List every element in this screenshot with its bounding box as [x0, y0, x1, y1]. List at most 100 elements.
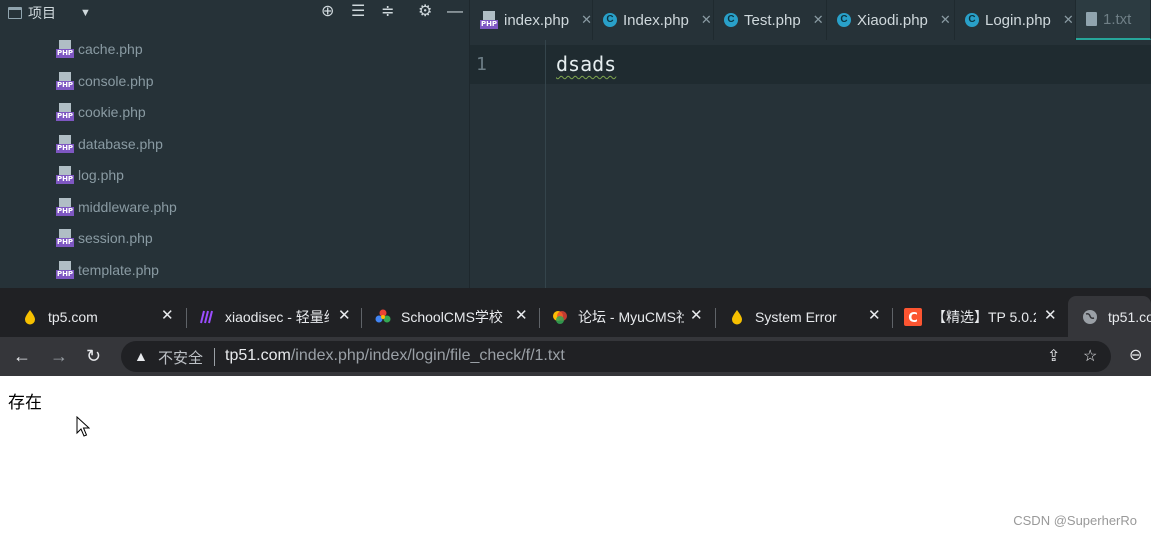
file-name: database.php [78, 136, 163, 152]
tab-separator [186, 308, 187, 328]
browser-tab-tp51-active[interactable]: tp51.com [1068, 296, 1151, 337]
file-name: log.php [78, 167, 124, 183]
close-icon[interactable]: ✕ [338, 306, 351, 324]
tab-title: SchoolCMS学校 [401, 308, 503, 325]
close-icon[interactable]: ✕ [515, 306, 528, 324]
project-view-selector[interactable]: 项目 ▼ [8, 3, 91, 23]
php-file-icon: PHP [56, 229, 74, 247]
yellow-drop-icon [729, 309, 745, 325]
page-content: 存在 CSDN @SuperherRo [0, 376, 1151, 538]
tab-label: index.php [504, 11, 570, 29]
tab-label: Xiaodi.php [857, 11, 928, 29]
class-c-icon: C [965, 13, 979, 27]
tree-item-file[interactable]: PHP database.php [56, 133, 163, 155]
tree-item-file[interactable]: PHP cache.php [56, 38, 143, 60]
reload-icon[interactable]: ↻ [86, 345, 101, 367]
tab-separator [361, 308, 362, 328]
editor-tab-login[interactable]: C Login.php ✕ [955, 0, 1076, 40]
editor-tab-index-class[interactable]: C Index.php ✕ [593, 0, 714, 40]
locate-file-icon[interactable]: ⊕ [321, 3, 334, 21]
code-editor[interactable]: 1 dsads [470, 40, 1151, 288]
back-arrow-icon[interactable]: ← [13, 345, 31, 367]
tree-item-file[interactable]: PHP cookie.php [56, 101, 146, 123]
php-file-icon: PHP [56, 103, 74, 121]
close-icon[interactable]: ✕ [690, 306, 703, 324]
class-c-icon: C [724, 13, 738, 27]
tree-item-file[interactable]: PHP console.php [56, 70, 154, 92]
url-path: /index.php/index/login/file_check/f/1.tx… [290, 347, 565, 364]
close-icon[interactable]: ✕ [161, 306, 174, 324]
ide-window: 项目 ▼ ⊕ ☰ ≑ ⚙ — PHP cache.php PHP console… [0, 0, 1151, 288]
page-result-text: 存在 [8, 393, 42, 413]
close-icon[interactable]: ✕ [1063, 12, 1074, 28]
csdn-c-icon: C [904, 307, 922, 326]
browser-tab-xiaodisec[interactable]: xiaodisec - 轻量组 ✕ [199, 296, 352, 337]
share-icon[interactable]: ⇪ [1047, 346, 1060, 366]
php-file-icon: PHP [56, 166, 74, 184]
editor-tab-xiaodi[interactable]: C Xiaodi.php ✕ [827, 0, 955, 40]
editor-tab-test[interactable]: C Test.php ✕ [714, 0, 827, 40]
tree-item-file[interactable]: PHP template.php [56, 259, 159, 281]
file-name: console.php [78, 73, 154, 89]
warning-triangle-icon[interactable]: ▲ [134, 348, 148, 364]
code-line[interactable]: dsads [556, 52, 616, 76]
close-icon[interactable]: ✕ [813, 12, 824, 28]
chevron-down-icon[interactable]: ▼ [80, 7, 91, 19]
url-host: tp51.com [225, 347, 291, 364]
browser-tab-system-error[interactable]: System Error ✕ [729, 296, 884, 337]
project-window-icon [8, 7, 22, 19]
tab-label: Index.php [623, 11, 689, 29]
forward-arrow-icon[interactable]: → [50, 345, 68, 367]
browser-tab-strip: tp5.com ✕ xiaodisec - 轻量组 ✕ SchoolCMS学校 … [0, 288, 1151, 337]
tree-item-file[interactable]: PHP log.php [56, 164, 124, 186]
close-icon[interactable]: ✕ [581, 12, 592, 28]
file-name: middleware.php [78, 199, 177, 215]
php-file-icon: PHP [56, 40, 74, 58]
yellow-drop-icon [22, 309, 38, 325]
php-file-icon: PHP [56, 135, 74, 153]
project-panel-header: 项目 ▼ ⊕ ☰ ≑ ⚙ — [0, 0, 470, 26]
colorful-leaf-icon [552, 309, 568, 325]
tab-label: 1.txt [1103, 10, 1132, 28]
file-name: session.php [78, 230, 153, 246]
tab-title: 论坛 - MyuCMS社 [578, 308, 684, 325]
close-icon[interactable]: ✕ [701, 12, 712, 28]
address-bar[interactable]: ▲ 不安全 tp51.com/index.php/index/login/fil… [121, 341, 1111, 372]
collapse-all-icon[interactable]: ≑ [381, 3, 394, 21]
browser-tab-csdn[interactable]: C 【精选】TP 5.0.2 ✕ [904, 296, 1062, 337]
php-file-icon: PHP [480, 11, 498, 29]
close-icon[interactable]: ✕ [868, 306, 881, 324]
tab-title: System Error [755, 308, 837, 325]
bookmark-star-icon[interactable]: ☆ [1083, 346, 1097, 366]
globe-icon [1082, 309, 1098, 325]
tab-separator [539, 308, 540, 328]
gear-icon[interactable]: ⚙ [418, 3, 432, 21]
csdn-watermark: CSDN @SuperherRo [1013, 513, 1137, 528]
zoom-out-icon[interactable]: ⊖ [1129, 345, 1142, 367]
tab-separator [892, 308, 893, 328]
minimize-panel-icon[interactable]: — [447, 3, 463, 21]
close-icon[interactable]: ✕ [940, 12, 951, 28]
text-file-icon [1086, 12, 1097, 26]
browser-tab-tp5[interactable]: tp5.com ✕ [22, 296, 177, 337]
tree-item-file[interactable]: PHP session.php [56, 227, 153, 249]
browser-tab-schoolcms[interactable]: SchoolCMS学校 ✕ [375, 296, 530, 337]
gutter-divider [545, 40, 546, 288]
class-c-icon: C [603, 13, 617, 27]
editor-tab-1-txt[interactable]: 1.txt [1076, 0, 1151, 40]
editor-tab-index-php[interactable]: PHP index.php ✕ [470, 0, 593, 40]
tab-label: Test.php [744, 11, 801, 29]
expand-all-icon[interactable]: ☰ [351, 3, 365, 21]
file-name: template.php [78, 262, 159, 278]
close-icon[interactable]: ✕ [1044, 306, 1057, 324]
url-text[interactable]: tp51.com/index.php/index/login/file_chec… [225, 347, 565, 365]
php-file-icon: PHP [56, 198, 74, 216]
tab-separator [715, 308, 716, 328]
browser-tab-myucms[interactable]: 论坛 - MyuCMS社 ✕ [552, 296, 707, 337]
security-status[interactable]: 不安全 [158, 347, 203, 368]
class-c-icon: C [837, 13, 851, 27]
php-file-icon: PHP [56, 72, 74, 90]
tree-item-file[interactable]: PHP middleware.php [56, 196, 177, 218]
tab-title: tp5.com [48, 308, 98, 325]
file-name: cookie.php [78, 104, 146, 120]
